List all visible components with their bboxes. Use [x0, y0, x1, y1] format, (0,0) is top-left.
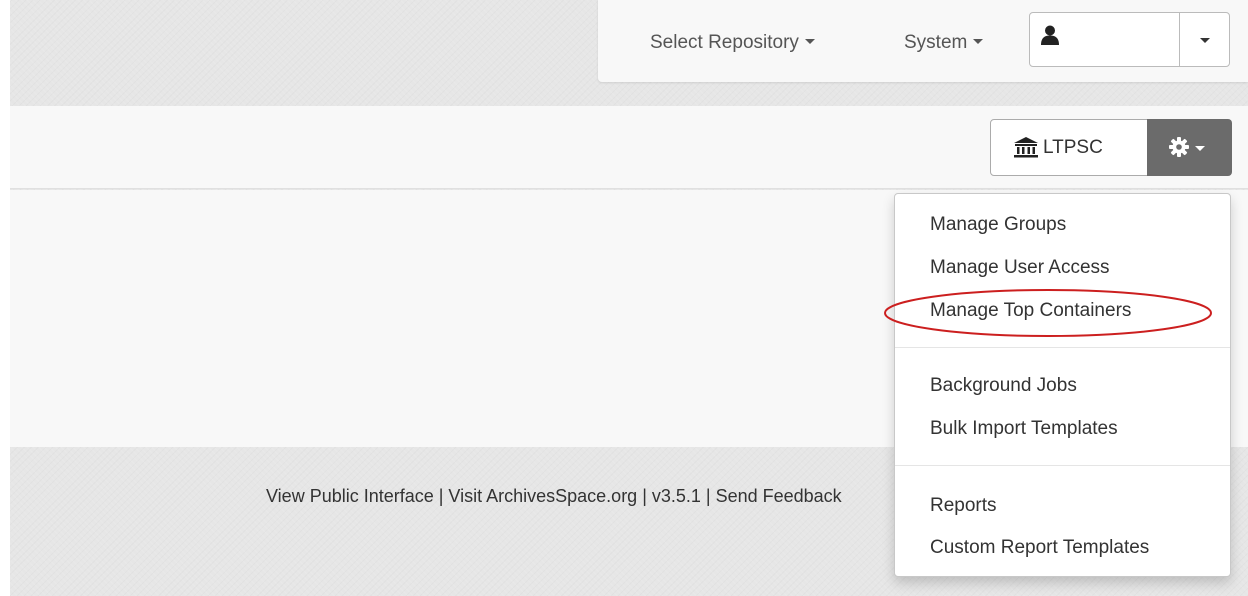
repository-button[interactable]: LTPSC: [990, 119, 1148, 176]
menu-item-bulk-import-templates[interactable]: Bulk Import Templates: [930, 418, 1118, 440]
gear-icon: [1169, 137, 1189, 157]
user-menu-toggle[interactable]: [1179, 12, 1230, 67]
settings-dropdown-menu: Manage Groups Manage User Access Manage …: [894, 193, 1231, 577]
menu-item-reports[interactable]: Reports: [930, 495, 997, 517]
top-navbar: Select Repository System: [598, 0, 1248, 82]
system-dropdown[interactable]: System: [904, 32, 984, 54]
institution-icon: [1014, 137, 1038, 158]
chevron-down-icon: [804, 39, 815, 45]
user-icon: [1041, 25, 1059, 45]
user-button[interactable]: [1029, 12, 1180, 67]
select-repository-dropdown[interactable]: Select Repository: [650, 32, 815, 54]
menu-item-custom-report-templates[interactable]: Custom Report Templates: [930, 537, 1149, 559]
chevron-down-icon: [1200, 38, 1210, 43]
menu-item-manage-groups[interactable]: Manage Groups: [930, 214, 1066, 236]
select-repository-label: Select Repository: [650, 32, 799, 53]
repository-name: LTPSC: [1043, 137, 1103, 158]
chevron-down-icon: [973, 39, 984, 45]
menu-divider: [895, 347, 1230, 348]
chevron-down-icon: [1195, 146, 1205, 151]
repository-bar: LTPSC: [10, 106, 1248, 189]
menu-item-manage-top-containers[interactable]: Manage Top Containers: [930, 300, 1131, 322]
system-label: System: [904, 32, 968, 53]
left-edge: [0, 0, 10, 596]
menu-item-background-jobs[interactable]: Background Jobs: [930, 375, 1077, 397]
footer-links[interactable]: View Public Interface | Visit ArchivesSp…: [266, 486, 892, 507]
menu-divider: [895, 465, 1230, 466]
settings-button[interactable]: [1147, 119, 1232, 176]
menu-item-manage-user-access[interactable]: Manage User Access: [930, 257, 1110, 279]
